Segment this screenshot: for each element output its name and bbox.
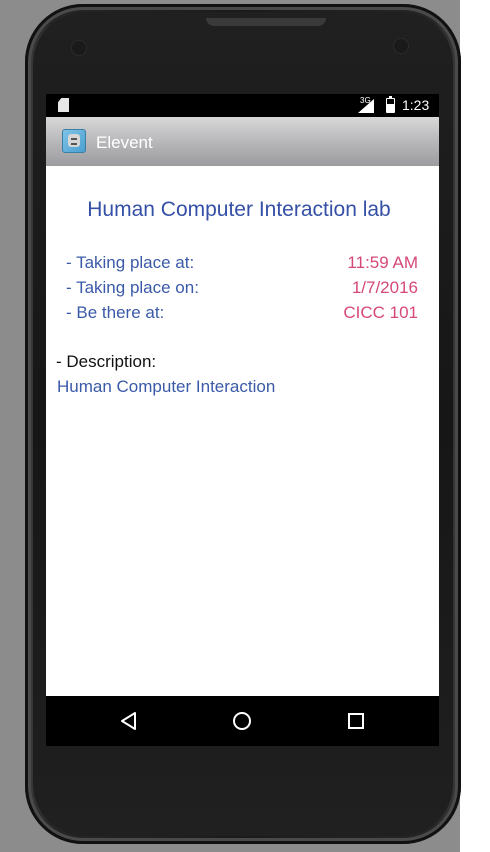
event-details: Human Computer Interaction lab - Taking … <box>46 166 439 696</box>
back-icon[interactable] <box>114 706 144 736</box>
front-camera-icon <box>393 38 409 54</box>
emulator-stage: 3G 1:23 Elevent Human Computer Interacti… <box>0 0 490 852</box>
background-panel <box>460 0 490 852</box>
detail-label: - Taking place at: <box>66 253 195 272</box>
earpiece-speaker <box>206 18 326 26</box>
robot-app-icon[interactable] <box>62 129 86 153</box>
sd-card-icon <box>58 98 69 112</box>
detail-row-location: - Be there at: CICC 101 <box>66 303 418 325</box>
battery-charging-icon <box>386 96 395 113</box>
detail-label: - Be there at: <box>66 303 165 322</box>
status-bar: 3G 1:23 <box>46 94 439 117</box>
event-title: Human Computer Interaction lab <box>87 198 391 221</box>
detail-value: 11:59 AM <box>347 253 418 272</box>
status-time: 1:23 <box>402 97 430 113</box>
description-text: Human Computer Interaction <box>57 377 276 396</box>
device-screen: 3G 1:23 Elevent Human Computer Interacti… <box>46 94 439 746</box>
signal-icon <box>358 99 374 113</box>
action-bar: Elevent <box>46 117 439 166</box>
recents-icon[interactable] <box>341 706 371 736</box>
proximity-sensor <box>71 40 87 56</box>
battery-level <box>387 104 394 112</box>
description-label: - Description: <box>56 352 157 371</box>
navigation-bar <box>46 696 439 746</box>
app-title: Elevent <box>96 133 153 152</box>
detail-value: 1/7/2016 <box>351 278 418 297</box>
home-icon[interactable] <box>227 706 257 736</box>
detail-row-time: - Taking place at: 11:59 AM <box>66 253 418 275</box>
detail-value: CICC 101 <box>343 303 418 322</box>
detail-label: - Taking place on: <box>66 278 199 297</box>
detail-row-date: - Taking place on: 1/7/2016 <box>66 278 418 300</box>
